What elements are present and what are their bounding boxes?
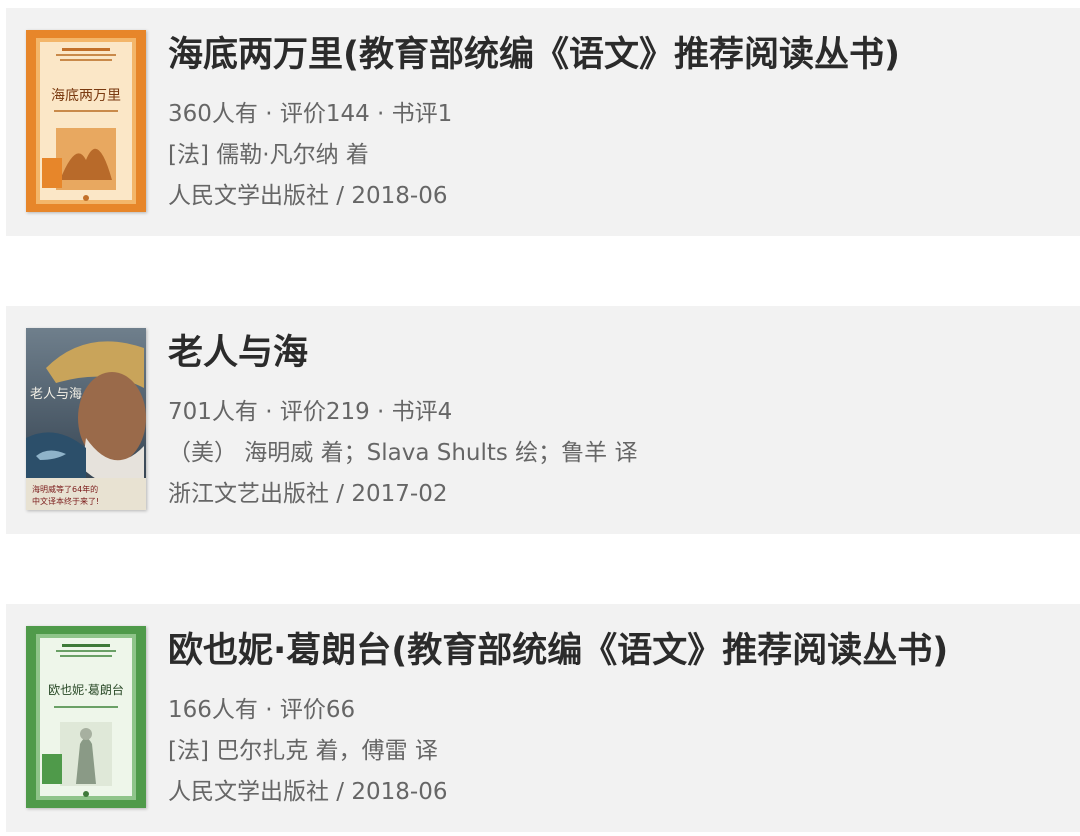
book-cover-image[interactable]: 欧也妮·葛朗台 <box>26 626 146 808</box>
svg-text:海底两万里: 海底两万里 <box>51 88 121 104</box>
svg-text:中文译本终于来了!: 中文译本终于来了! <box>32 496 99 506</box>
book-author: （美） 海明威 着；Slava Shults 绘；鲁羊 译 <box>168 440 638 466</box>
svg-text:老人与海: 老人与海 <box>30 387 82 402</box>
book-card[interactable]: 欧也妮·葛朗台 欧也妮·葛朗台(教育部统编《语文》推荐阅读丛书) 166人有 ·… <box>6 604 1080 832</box>
book-author: [法] 儒勒·凡尔纳 着 <box>168 142 369 168</box>
book-card[interactable]: 海底两万里 海底两万里(教育部统编《语文》推荐阅读丛书) 360人有 · 评价1… <box>6 8 1080 236</box>
book-stats: 701人有 · 评价219 · 书评4 <box>168 399 453 425</box>
svg-text:欧也妮·葛朗台: 欧也妮·葛朗台 <box>48 682 124 697</box>
book-card[interactable]: 老人与海 海明威等了64年的 中文译本终于来了! 老人与海 701人有 · 评价… <box>6 306 1080 534</box>
svg-text:海明威等了64年的: 海明威等了64年的 <box>32 484 98 494</box>
book-title[interactable]: 欧也妮·葛朗台(教育部统编《语文》推荐阅读丛书) <box>168 622 1070 680</box>
book-publisher: 人民文学出版社 / 2018-06 <box>168 779 448 805</box>
book-cover-image[interactable]: 老人与海 海明威等了64年的 中文译本终于来了! <box>26 328 146 510</box>
book-publisher: 人民文学出版社 / 2018-06 <box>168 183 448 209</box>
book-publisher: 浙江文艺出版社 / 2017-02 <box>168 481 448 507</box>
book-cover-image[interactable]: 海底两万里 <box>26 30 146 212</box>
book-stats: 360人有 · 评价144 · 书评1 <box>168 101 453 127</box>
book-title[interactable]: 老人与海 <box>168 324 1070 382</box>
book-author: [法] 巴尔扎克 着，傅雷 译 <box>168 738 438 764</box>
book-title[interactable]: 海底两万里(教育部统编《语文》推荐阅读丛书) <box>168 26 1070 84</box>
book-stats: 166人有 · 评价66 <box>168 697 356 723</box>
